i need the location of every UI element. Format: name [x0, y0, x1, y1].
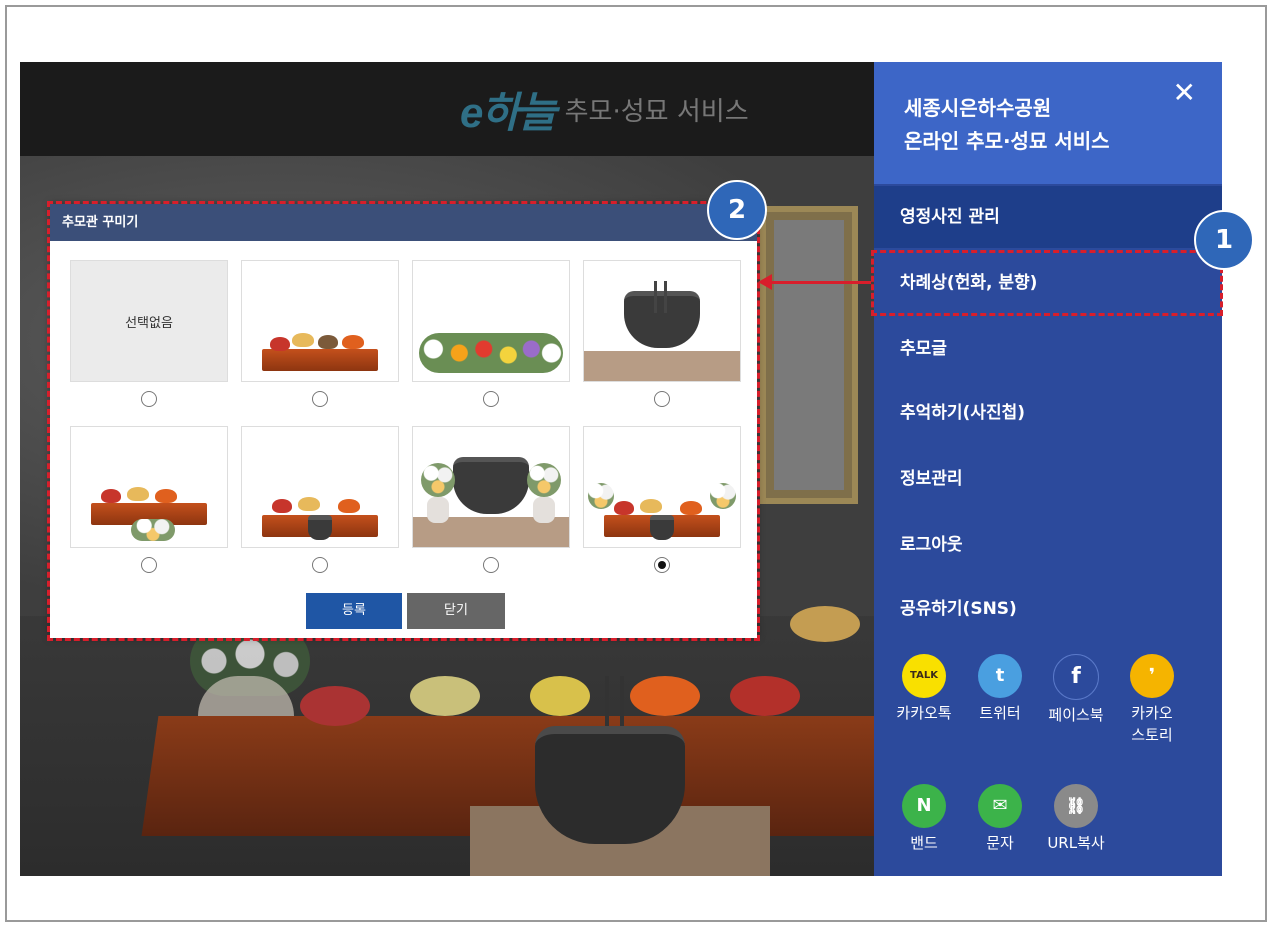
share-message-label: 문자	[986, 834, 1014, 852]
scene-incense-pot	[535, 726, 685, 844]
share-kakaotalk-label: 카카오톡	[896, 704, 952, 722]
ehaneul-logo: e하늘	[460, 88, 557, 136]
sidebar-item-memorial-text[interactable]: 추모글	[874, 318, 1222, 380]
sidebar-header: 세종시은하수공원 온라인 추모·성묘 서비스	[874, 62, 1222, 184]
scene-bowl	[300, 686, 370, 726]
sidebar-item-portrait[interactable]: 영정사진 관리	[874, 186, 1222, 248]
share-band[interactable]: N 밴드	[894, 784, 954, 854]
share-band-label: 밴드	[910, 834, 938, 852]
kakaotalk-icon: TALK	[902, 654, 946, 698]
annotation-arrow-head-icon	[758, 274, 772, 290]
facebook-icon: f	[1053, 654, 1099, 700]
sidebar-title-line2: 온라인 추모·성묘 서비스	[904, 129, 1110, 153]
annotation-arrow-line	[770, 281, 871, 284]
share-kakaostory[interactable]: ❜ 카카오 스토리	[1122, 654, 1182, 746]
share-url-copy-label: URL복사	[1047, 834, 1105, 852]
scene-bowl	[790, 606, 860, 642]
twitter-icon: t	[978, 654, 1022, 698]
annotation-badge-1: 1	[1194, 210, 1254, 270]
message-icon: ✉	[978, 784, 1022, 828]
sidebar-item-logout[interactable]: 로그아웃	[874, 514, 1222, 576]
share-twitter-label: 트위터	[979, 704, 1021, 722]
close-icon[interactable]: ✕	[1173, 76, 1196, 109]
sidebar-item-info[interactable]: 정보관리	[874, 448, 1222, 510]
share-twitter[interactable]: t 트위터	[970, 654, 1030, 724]
service-title: 추모·성묘 서비스	[564, 96, 749, 127]
share-kakaostory-label: 카카오	[1131, 704, 1173, 722]
sidebar-item-share: 공유하기(SNS)	[900, 599, 1017, 619]
share-kakaotalk[interactable]: TALK 카카오톡	[894, 654, 954, 724]
share-facebook-label: 페이스북	[1048, 706, 1104, 724]
annotation-badge-2: 2	[707, 180, 767, 240]
scene-bowl	[730, 676, 800, 716]
sidebar-item-photo-album[interactable]: 추억하기(사진첩)	[874, 382, 1222, 444]
share-message[interactable]: ✉ 문자	[970, 784, 1030, 854]
share-facebook[interactable]: f 페이스북	[1046, 654, 1106, 726]
service-logo[interactable]: e하늘 추모·성묘 서비스	[460, 84, 749, 136]
scene-bowl	[630, 676, 700, 716]
portrait-frame	[760, 206, 858, 504]
annotation-dialog-highlight	[47, 201, 760, 641]
scene-bowl	[410, 676, 480, 716]
link-icon: ⛓	[1054, 784, 1098, 828]
share-url-copy[interactable]: ⛓ URL복사	[1046, 784, 1106, 854]
sidebar-menu: 세종시은하수공원 온라인 추모·성묘 서비스 ✕ 영정사진 관리 차례상(헌화,…	[874, 62, 1222, 876]
top-header: e하늘 추모·성묘 서비스	[20, 62, 874, 156]
kakaostory-icon: ❜	[1130, 654, 1174, 698]
band-icon: N	[902, 784, 946, 828]
scene-bowl	[530, 676, 590, 716]
annotation-menu-highlight	[871, 250, 1223, 316]
share-kakaostory-label2: 스토리	[1131, 726, 1173, 744]
